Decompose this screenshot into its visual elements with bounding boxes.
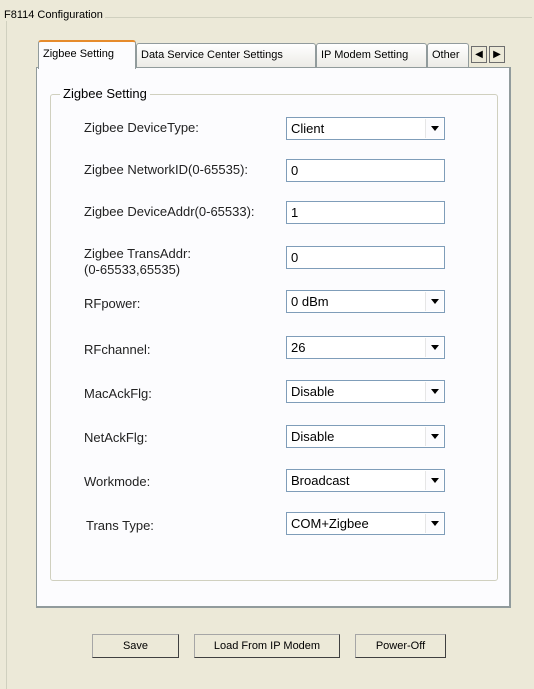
trans-type-value: COM+Zigbee — [291, 516, 369, 531]
rfpower-value: 0 dBm — [291, 294, 329, 309]
tab-other[interactable]: Other — [427, 43, 469, 67]
zigbee-setting-group-title: Zigbee Setting — [60, 86, 150, 101]
rfpower-select[interactable]: 0 dBm — [286, 290, 445, 313]
tab-data-service-center-settings[interactable]: Data Service Center Settings — [136, 43, 316, 67]
trans-type-label: Trans Type: — [86, 518, 154, 533]
chevron-down-icon[interactable] — [425, 119, 443, 138]
rfpower-label: RFpower: — [84, 296, 141, 311]
rfchannel-label: RFchannel: — [84, 342, 151, 357]
workmode-value: Broadcast — [291, 473, 350, 488]
workmode-label: Workmode: — [84, 474, 151, 489]
chevron-down-icon[interactable] — [425, 292, 443, 311]
trans-addr-label: Zigbee TransAddr: — [84, 246, 191, 261]
macackflg-select[interactable]: Disable — [286, 380, 445, 403]
tab-scroll-right-icon[interactable]: ▶ — [489, 46, 505, 63]
device-type-value: Client — [291, 121, 325, 136]
chevron-down-icon[interactable] — [425, 338, 443, 357]
save-button[interactable]: Save — [92, 634, 179, 658]
chevron-down-icon[interactable] — [425, 382, 443, 401]
network-id-input[interactable]: 0 — [286, 159, 445, 182]
device-type-select[interactable]: Client — [286, 117, 445, 140]
device-addr-label: Zigbee DeviceAddr(0-65533): — [84, 204, 255, 219]
tab-ip-modem-setting[interactable]: IP Modem Setting — [316, 43, 427, 67]
chevron-down-icon[interactable] — [425, 471, 443, 490]
netackflg-value: Disable — [291, 429, 335, 444]
chevron-down-icon[interactable] — [425, 514, 443, 533]
device-type-label: Zigbee DeviceType: — [84, 120, 199, 135]
trans-type-select[interactable]: COM+Zigbee — [286, 512, 445, 535]
rfchannel-select[interactable]: 26 — [286, 336, 445, 359]
rfchannel-value: 26 — [291, 340, 306, 355]
device-addr-input[interactable]: 1 — [286, 201, 445, 224]
tab-scroll-left-icon[interactable]: ◀ — [471, 46, 487, 63]
workmode-select[interactable]: Broadcast — [286, 469, 445, 492]
netackflg-select[interactable]: Disable — [286, 425, 445, 448]
trans-addr-input[interactable]: 0 — [286, 246, 445, 269]
chevron-down-icon[interactable] — [425, 427, 443, 446]
configuration-group-title: F8114 Configuration — [2, 9, 105, 21]
macackflg-value: Disable — [291, 384, 335, 399]
network-id-label: Zigbee NetworkID(0-65535): — [84, 162, 249, 177]
netackflg-label: NetAckFlg: — [84, 430, 148, 445]
tab-zigbee-setting[interactable]: Zigbee Setting — [38, 40, 136, 69]
macackflg-label: MacAckFlg: — [84, 386, 152, 401]
power-off-button[interactable]: Power-Off — [355, 634, 446, 658]
load-from-ip-modem-button[interactable]: Load From IP Modem — [194, 634, 340, 658]
trans-addr-range-label: (0-65533,65535) — [84, 262, 181, 277]
